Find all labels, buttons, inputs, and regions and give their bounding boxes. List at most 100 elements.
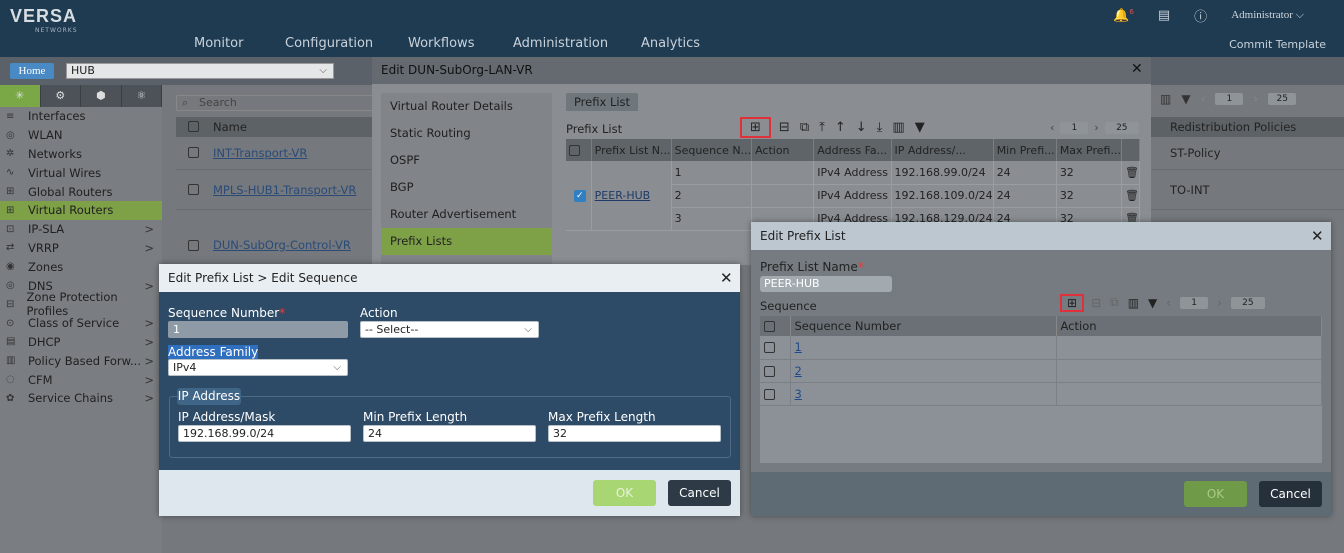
close-icon[interactable]: ✕ <box>720 269 733 287</box>
sidebar-item[interactable]: ✿ Service Chains > <box>0 389 162 408</box>
prev-page-icon[interactable]: ‹ <box>1050 121 1054 134</box>
sidebar-item[interactable]: ⊞ Virtual Routers <box>0 200 162 220</box>
gear-tab-icon[interactable]: ⚙ <box>41 85 81 107</box>
filter-icon[interactable]: ▼ <box>1181 92 1190 106</box>
vr-link[interactable]: DUN-SubOrg-Control-VR <box>213 238 351 252</box>
page-size[interactable]: 25 <box>1268 93 1297 105</box>
chevron-right-icon[interactable]: > <box>144 222 154 236</box>
sidebar-item[interactable]: ⊡ IP-SLA > <box>0 220 162 239</box>
move-bottom-icon[interactable]: ⤓ <box>877 120 883 135</box>
menu-prefix-lists[interactable]: Prefix Lists <box>381 228 552 255</box>
prev-page-icon[interactable]: ‹ <box>1201 92 1206 106</box>
menu-ospf[interactable]: OSPF <box>381 147 552 174</box>
page-number[interactable]: 1 <box>1060 121 1089 134</box>
nav-monitor[interactable]: Monitor <box>194 36 243 51</box>
col-prefix-list-name[interactable]: Prefix List N... <box>591 139 672 161</box>
columns-icon[interactable]: ▥ <box>1128 296 1139 310</box>
filter-icon[interactable]: ▼ <box>915 120 925 135</box>
columns-icon[interactable]: ▥ <box>892 120 904 135</box>
select-all-checkbox[interactable] <box>760 316 791 336</box>
user-menu[interactable]: Administrator ⌵ <box>1231 9 1304 22</box>
move-top-icon[interactable]: ⤒ <box>819 120 825 135</box>
prefix-list-name-link[interactable]: PEER-HUB <box>591 161 672 231</box>
add-icon[interactable]: ⊞ <box>1059 293 1085 312</box>
prev-page-icon[interactable]: ‹ <box>1166 296 1171 310</box>
nav-workflows[interactable]: Workflows <box>408 36 474 51</box>
nav-configuration[interactable]: Configuration <box>285 36 373 51</box>
networking-tab-icon[interactable]: ✳ <box>0 85 41 107</box>
trash-icon[interactable]: 🗑 <box>1121 184 1141 208</box>
table-row[interactable]: 3 <box>760 382 1322 406</box>
org-select[interactable]: HUB ⌵ <box>66 63 334 79</box>
cancel-button[interactable]: Cancel <box>668 480 731 506</box>
sidebar-item[interactable]: ◌ CFM > <box>0 370 162 389</box>
clone-icon[interactable]: ⧉ <box>800 120 809 135</box>
sequence-link[interactable]: 2 <box>790 359 1057 383</box>
clone-icon[interactable]: ⧉ <box>1110 295 1119 310</box>
chevron-right-icon[interactable]: > <box>144 241 154 255</box>
row-checkbox[interactable] <box>188 184 199 195</box>
next-page-icon[interactable]: › <box>1094 121 1098 134</box>
next-page-icon[interactable]: › <box>1253 92 1258 106</box>
commit-template-link[interactable]: Commit Template <box>1229 38 1326 51</box>
sidebar-item[interactable]: ▤ DHCP > <box>0 333 162 352</box>
chevron-right-icon[interactable]: > <box>144 354 154 368</box>
sidebar-item[interactable]: ⊟ Zone Protection Profiles <box>0 290 162 318</box>
move-up-icon[interactable]: ↑ <box>835 120 846 135</box>
chevron-right-icon[interactable]: > <box>144 373 154 387</box>
col-action[interactable]: Action <box>751 139 815 161</box>
menu-router-advertisement[interactable]: Router Advertisement <box>381 201 552 228</box>
col-sequence-number[interactable]: Sequence N... <box>671 139 753 161</box>
menu-static-routing[interactable]: Static Routing <box>381 120 552 147</box>
sequence-link[interactable]: 3 <box>790 382 1057 406</box>
table-row[interactable]: 1 <box>760 336 1322 360</box>
min-prefix-field[interactable]: 24 <box>363 425 536 442</box>
row-checkbox[interactable] <box>188 240 199 251</box>
vr-link[interactable]: MPLS-HUB1-Transport-VR <box>213 183 356 197</box>
cube-tab-icon[interactable]: ⬢ <box>81 85 122 107</box>
move-down-icon[interactable]: ↓ <box>856 120 867 135</box>
col-max-prefix[interactable]: Max Prefi... <box>1056 139 1122 161</box>
home-button[interactable]: Home <box>10 63 54 79</box>
page-size[interactable]: 25 <box>1104 121 1139 134</box>
cancel-button[interactable]: Cancel <box>1259 481 1322 507</box>
action-select[interactable]: -- Select-- ⌵ <box>360 321 539 338</box>
tasks-icon[interactable]: ▤ <box>1158 8 1170 23</box>
col-min-prefix[interactable]: Min Prefi... <box>993 139 1057 161</box>
remove-icon[interactable]: ⊟ <box>1091 296 1101 310</box>
select-all-checkbox[interactable] <box>188 121 199 132</box>
page-number[interactable]: 1 <box>1215 93 1244 105</box>
close-icon[interactable]: ✕ <box>1131 61 1143 77</box>
search-input[interactable]: ⌕ Search <box>176 95 376 111</box>
chevron-right-icon[interactable]: > <box>144 316 154 330</box>
add-icon[interactable]: ⊞ <box>740 116 771 138</box>
vr-link[interactable]: INT-Transport-VR <box>213 146 307 160</box>
row-checkbox[interactable] <box>760 336 791 360</box>
trash-icon[interactable]: 🗑 <box>1121 161 1141 185</box>
table-row[interactable]: 2 <box>760 359 1322 383</box>
sidebar-item[interactable]: ✲ Networks <box>0 145 162 164</box>
chevron-right-icon[interactable]: > <box>144 391 154 405</box>
table-row[interactable]: ✓ PEER-HUB 1 IPv4 Address 192.168.99.0/2… <box>566 161 1141 231</box>
prefix-list-name-field[interactable]: PEER-HUB <box>760 276 892 292</box>
select-all-checkbox[interactable] <box>566 139 592 161</box>
col-ip-address[interactable]: IP Address/... <box>891 139 994 161</box>
ip-mask-field[interactable]: 192.168.99.0/24 <box>178 425 351 442</box>
sequence-link[interactable]: 1 <box>790 336 1057 360</box>
close-icon[interactable]: ✕ <box>1311 227 1324 245</box>
col-address-family[interactable]: Address Fa... <box>813 139 892 161</box>
filter-icon[interactable]: ▼ <box>1148 296 1157 310</box>
page-size[interactable]: 25 <box>1230 296 1265 309</box>
sidebar-item[interactable]: ⇄ VRRP > <box>0 239 162 258</box>
max-prefix-field[interactable]: 32 <box>548 425 721 442</box>
nav-analytics[interactable]: Analytics <box>641 36 700 51</box>
next-page-icon[interactable]: › <box>1217 296 1222 310</box>
menu-vr-details[interactable]: Virtual Router Details <box>381 93 552 120</box>
ok-button[interactable]: OK <box>593 480 656 506</box>
sidebar-item[interactable]: ∿ Virtual Wires <box>0 163 162 182</box>
tab-prefix-list[interactable]: Prefix List <box>566 93 638 111</box>
sidebar-item[interactable]: ▥ Policy Based Forw... > <box>0 351 162 370</box>
remove-icon[interactable]: ⊟ <box>779 120 790 135</box>
bell-icon[interactable]: 🔔6 <box>1113 8 1134 23</box>
info-icon[interactable]: ⓘ <box>1194 6 1207 25</box>
